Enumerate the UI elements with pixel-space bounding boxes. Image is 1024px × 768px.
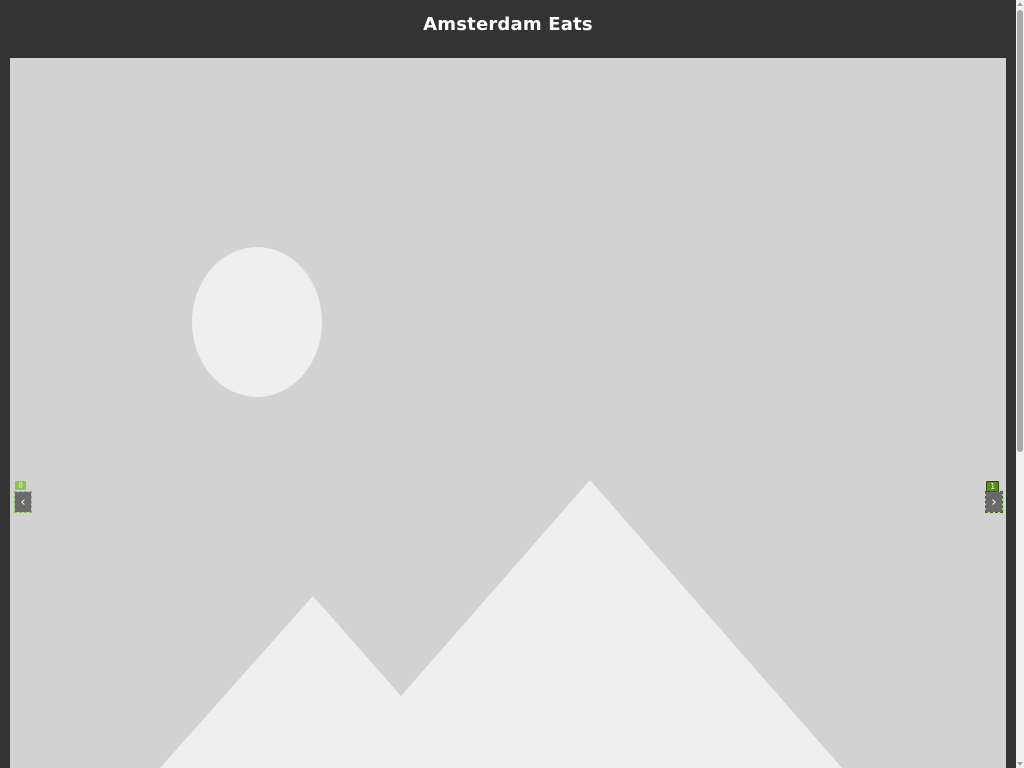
chevron-right-icon: › — [991, 494, 997, 510]
chevron-left-icon: ‹ — [20, 494, 26, 510]
scrollbar-thumb[interactable] — [1017, 10, 1023, 452]
prev-hint-badge: 0 — [15, 481, 26, 490]
header: Amsterdam Eats — [0, 0, 1016, 58]
vertical-scrollbar[interactable] — [1016, 0, 1024, 768]
next-slide-button[interactable]: › — [985, 491, 1003, 513]
scroll-up-arrow-icon[interactable] — [1016, 0, 1024, 8]
prev-slide-button[interactable]: ‹ — [14, 491, 32, 513]
sun-shape — [192, 247, 322, 397]
page-title: Amsterdam Eats — [423, 13, 593, 35]
app-window: Amsterdam Eats 0 ‹ 1 › — [0, 0, 1024, 768]
next-hint-badge: 1 — [986, 481, 999, 492]
image-placeholder-icon — [10, 58, 1006, 768]
scroll-down-arrow-icon[interactable] — [1016, 760, 1024, 768]
image-carousel — [10, 58, 1006, 768]
